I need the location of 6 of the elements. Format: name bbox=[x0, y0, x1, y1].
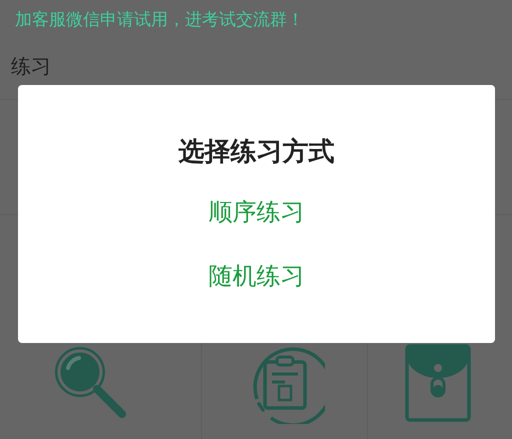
dialog-title: 选择练习方式 bbox=[178, 136, 334, 169]
banner-text: 加客服微信申请试用，进考试交流群！ bbox=[15, 10, 304, 30]
page-title: 练习 bbox=[11, 54, 51, 78]
envelope-icon[interactable] bbox=[405, 344, 471, 422]
practice-option[interactable]: 顺序练习 bbox=[208, 198, 304, 227]
practice-option[interactable]: 随机练习 bbox=[208, 262, 304, 291]
